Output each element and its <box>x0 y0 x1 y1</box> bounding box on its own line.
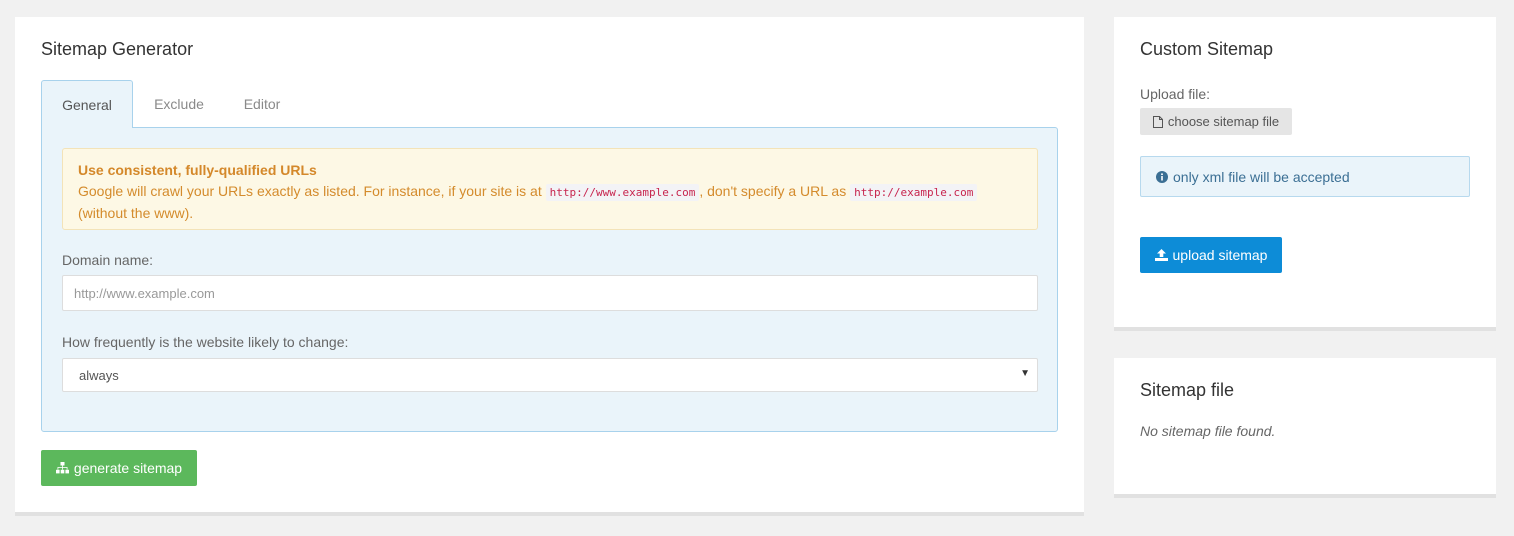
alert-body: Google will crawl your URLs exactly as l… <box>78 181 1022 203</box>
frequency-select[interactable]: always ▼ <box>62 358 1038 392</box>
sitemap-generator-panel: Sitemap Generator General Exclude Editor… <box>15 17 1084 516</box>
tab-editor[interactable]: Editor <box>225 80 299 128</box>
alert-text-before: Google will crawl your URLs exactly as l… <box>78 183 546 199</box>
domain-label: Domain name: <box>62 252 154 268</box>
sitemap-file-panel: Sitemap file No sitemap file found. <box>1114 358 1496 498</box>
panel-title: Sitemap file <box>1140 380 1235 400</box>
caret-down-icon: ▼ <box>1020 368 1030 379</box>
panel-title: Custom Sitemap <box>1140 39 1274 59</box>
tab-exclude[interactable]: Exclude <box>135 80 223 128</box>
upload-icon <box>1154 249 1168 261</box>
alert-text-middle: , don't specify a URL as <box>699 183 851 199</box>
file-icon <box>1152 115 1163 128</box>
info-alert: only xml file will be accepted <box>1140 156 1470 197</box>
generate-sitemap-button[interactable]: generate sitemap <box>41 450 197 486</box>
no-sitemap-message: No sitemap file found. <box>1140 423 1276 439</box>
info-circle-icon <box>1156 170 1168 183</box>
generate-sitemap-label: generate sitemap <box>73 460 183 476</box>
domain-input[interactable] <box>62 275 1038 311</box>
upload-sitemap-label: upload sitemap <box>1172 247 1268 263</box>
alert-heading: Use consistent, fully-qualified URLs <box>78 162 317 178</box>
tab-general[interactable]: General <box>41 80 133 128</box>
frequency-selected-value: always <box>79 367 119 383</box>
upload-file-label: Upload file: <box>1140 86 1211 102</box>
choose-sitemap-file-label: choose sitemap file <box>1167 114 1280 129</box>
alert-code-plain: http://example.com <box>850 184 978 201</box>
frequency-label: How frequently is the website likely to … <box>62 334 349 350</box>
custom-sitemap-panel: Custom Sitemap Upload file: choose sitem… <box>1114 17 1496 331</box>
warning-alert: Use consistent, fully-qualified URLs Goo… <box>62 148 1038 230</box>
alert-code-www: http://www.example.com <box>545 184 700 201</box>
tab-content-general: Use consistent, fully-qualified URLs Goo… <box>41 127 1058 432</box>
alert-text-after: (without the www). <box>78 205 194 221</box>
upload-sitemap-button[interactable]: upload sitemap <box>1140 237 1282 273</box>
sitemap-icon <box>55 462 69 474</box>
choose-sitemap-file-button[interactable]: choose sitemap file <box>1140 108 1292 135</box>
info-text: only xml file will be accepted <box>1173 168 1350 185</box>
panel-title: Sitemap Generator <box>41 39 194 59</box>
